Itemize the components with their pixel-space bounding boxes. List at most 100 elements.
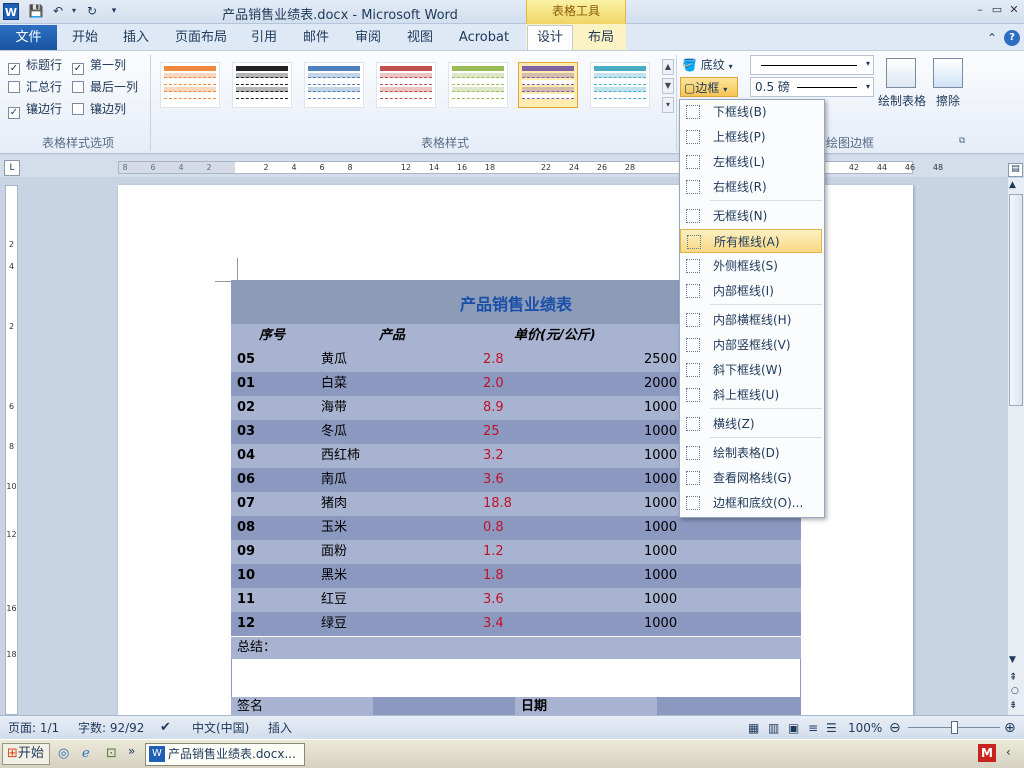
outline-icon[interactable]: ≡ bbox=[808, 716, 818, 740]
banded-columns-option[interactable]: 镶边列 bbox=[72, 100, 126, 118]
first-column-option[interactable]: ✓ 第一列 bbox=[72, 56, 126, 75]
language-indicator[interactable]: 中文(中国) bbox=[192, 716, 249, 740]
gallery-more-icon[interactable]: ▾ bbox=[662, 97, 674, 113]
quicklaunch-more-icon[interactable]: » bbox=[128, 744, 135, 758]
help-icon[interactable]: ? bbox=[1004, 30, 1020, 46]
table-style-thumb[interactable] bbox=[448, 62, 508, 108]
undo-dropdown-icon[interactable]: ▾ bbox=[66, 3, 82, 19]
dialog-launcher-icon[interactable]: ⧉ bbox=[959, 136, 965, 146]
menu-item-border-right[interactable]: 右框线(R) bbox=[680, 175, 822, 199]
gallery-down-icon[interactable]: ▼ bbox=[662, 78, 674, 94]
checkbox-unchecked-icon[interactable] bbox=[8, 81, 20, 93]
tab-view[interactable]: 视图 bbox=[398, 25, 442, 50]
menu-item-diagonal-up[interactable]: 斜上框线(U) bbox=[680, 383, 822, 407]
signature-row[interactable]: 签名 日期 bbox=[231, 697, 801, 715]
restore-button[interactable]: ▭ bbox=[989, 3, 1005, 17]
table-row[interactable]: 09 面粉 1.2 1000 bbox=[231, 540, 801, 564]
menu-item-horizontal-line[interactable]: 横线(Z) bbox=[680, 412, 822, 436]
table-style-thumb[interactable] bbox=[376, 62, 436, 108]
menu-item-border-none[interactable]: 无框线(N) bbox=[680, 204, 822, 228]
banded-rows-option[interactable]: ✓ 镶边行 bbox=[8, 100, 62, 119]
word-count[interactable]: 字数: 92/92 bbox=[78, 716, 144, 740]
tab-layout[interactable]: 布局 bbox=[578, 25, 624, 50]
start-button[interactable]: ⊞开始 bbox=[2, 743, 50, 765]
save-icon[interactable]: 💾 bbox=[28, 3, 44, 19]
tab-file[interactable]: 文件 bbox=[0, 25, 57, 50]
zoom-slider-thumb[interactable] bbox=[951, 721, 958, 734]
menu-item-border-bottom[interactable]: 下框线(B) bbox=[680, 100, 822, 124]
draft-icon[interactable]: ☰ bbox=[826, 716, 837, 740]
checkbox-unchecked-icon[interactable] bbox=[72, 103, 84, 115]
menu-item-border-top[interactable]: 上框线(P) bbox=[680, 125, 822, 149]
checkbox-checked-icon[interactable]: ✓ bbox=[72, 63, 84, 75]
menu-item-border-outside[interactable]: 外侧框线(S) bbox=[680, 254, 822, 278]
previous-page-icon[interactable]: ⇞ bbox=[1009, 672, 1017, 683]
menu-item-draw-table[interactable]: 绘制表格(D) bbox=[680, 441, 822, 465]
desktop-icon[interactable]: ◎ bbox=[58, 746, 69, 761]
pen-weight-select[interactable]: 0.5 磅 ▾ bbox=[750, 77, 874, 97]
zoom-out-icon[interactable]: ⊖ bbox=[889, 716, 901, 740]
web-layout-icon[interactable]: ▣ bbox=[788, 716, 799, 740]
tray-app-icon[interactable]: M bbox=[978, 744, 996, 762]
summary-row[interactable]: 总结： bbox=[231, 637, 801, 659]
close-button[interactable]: ✕ bbox=[1006, 3, 1022, 17]
total-row-option[interactable]: 汇总行 bbox=[8, 78, 62, 96]
borders-button[interactable]: ▢边框 ▾ bbox=[680, 77, 738, 97]
print-layout-icon[interactable]: ▦ bbox=[748, 716, 759, 740]
minimize-button[interactable]: – bbox=[972, 3, 988, 17]
ie-icon[interactable]: ℯ bbox=[82, 746, 90, 761]
table-row[interactable]: 10 黑米 1.8 1000 bbox=[231, 564, 801, 588]
tab-references[interactable]: 引用 bbox=[242, 25, 286, 50]
line-style-select[interactable]: ▾ bbox=[750, 55, 874, 75]
tab-selector-icon[interactable]: L bbox=[4, 160, 20, 176]
header-row-option[interactable]: ✓ 标题行 bbox=[8, 56, 62, 75]
tray-expand-icon[interactable]: ‹ bbox=[1006, 745, 1011, 759]
menu-item-border-inside-horizontal[interactable]: 内部横框线(H) bbox=[680, 308, 822, 332]
gallery-up-icon[interactable]: ▲ bbox=[662, 59, 674, 75]
menu-item-border-inside[interactable]: 内部框线(I) bbox=[680, 279, 822, 303]
proofing-icon[interactable]: ✔ bbox=[160, 716, 171, 740]
page-count[interactable]: 页面: 1/1 bbox=[8, 716, 59, 740]
menu-item-view-gridlines[interactable]: 查看网格线(G) bbox=[680, 466, 822, 490]
zoom-level[interactable]: 100% bbox=[848, 716, 882, 740]
table-row[interactable]: 11 红豆 3.6 1000 bbox=[231, 588, 801, 612]
checkbox-checked-icon[interactable]: ✓ bbox=[8, 107, 20, 119]
menu-item-border-all[interactable]: 所有框线(A) bbox=[680, 229, 822, 253]
scroll-thumb[interactable] bbox=[1009, 194, 1023, 406]
menu-item-border-inside-vertical[interactable]: 内部竖框线(V) bbox=[680, 333, 822, 357]
table-style-thumb[interactable] bbox=[232, 62, 292, 108]
browse-object-icon[interactable]: ○ bbox=[1011, 686, 1019, 696]
ruler-toggle-icon[interactable]: ▤ bbox=[1008, 163, 1023, 177]
tab-acrobat[interactable]: Acrobat bbox=[452, 25, 516, 50]
draw-table-icon[interactable] bbox=[886, 58, 916, 88]
tab-design[interactable]: 设计 bbox=[527, 25, 573, 51]
undo-icon[interactable]: ↶ bbox=[50, 3, 66, 19]
draw-table-label[interactable]: 绘制表格 bbox=[876, 92, 928, 109]
table-style-thumb[interactable] bbox=[518, 62, 578, 108]
checkbox-unchecked-icon[interactable] bbox=[72, 81, 84, 93]
taskbar-word-window[interactable]: W 产品销售业绩表.docx... bbox=[145, 743, 305, 766]
table-style-thumb[interactable] bbox=[304, 62, 364, 108]
table-row[interactable]: 12 绿豆 3.4 1000 bbox=[231, 612, 801, 636]
word-app-icon[interactable]: W bbox=[3, 3, 19, 20]
table-row[interactable]: 08 玉米 0.8 1000 bbox=[231, 516, 801, 540]
last-column-option[interactable]: 最后一列 bbox=[72, 78, 138, 96]
zoom-in-icon[interactable]: ⊕ bbox=[1004, 716, 1016, 740]
redo-icon[interactable]: ↻ bbox=[84, 3, 100, 19]
tab-mailings[interactable]: 邮件 bbox=[294, 25, 338, 50]
quicklaunch-icon[interactable]: ⊡ bbox=[106, 746, 117, 761]
shading-button[interactable]: 🪣 底纹 ▾ bbox=[682, 55, 733, 75]
summary-body[interactable] bbox=[231, 659, 801, 697]
table-style-thumb[interactable] bbox=[160, 62, 220, 108]
next-page-icon[interactable]: ⇟ bbox=[1009, 700, 1017, 711]
tab-review[interactable]: 审阅 bbox=[346, 25, 390, 50]
insert-mode-indicator[interactable]: 插入 bbox=[268, 716, 292, 740]
menu-item-border-left[interactable]: 左框线(L) bbox=[680, 150, 822, 174]
eraser-label[interactable]: 擦除 bbox=[932, 92, 964, 109]
table-style-thumb[interactable] bbox=[590, 62, 650, 108]
menu-item-borders-and-shading[interactable]: 边框和底纹(O)... bbox=[680, 491, 822, 515]
scroll-down-icon[interactable]: ▼ bbox=[1009, 655, 1016, 665]
tab-home[interactable]: 开始 bbox=[62, 25, 108, 50]
scroll-up-icon[interactable]: ▲ bbox=[1009, 180, 1016, 190]
tab-insert[interactable]: 插入 bbox=[113, 25, 159, 50]
